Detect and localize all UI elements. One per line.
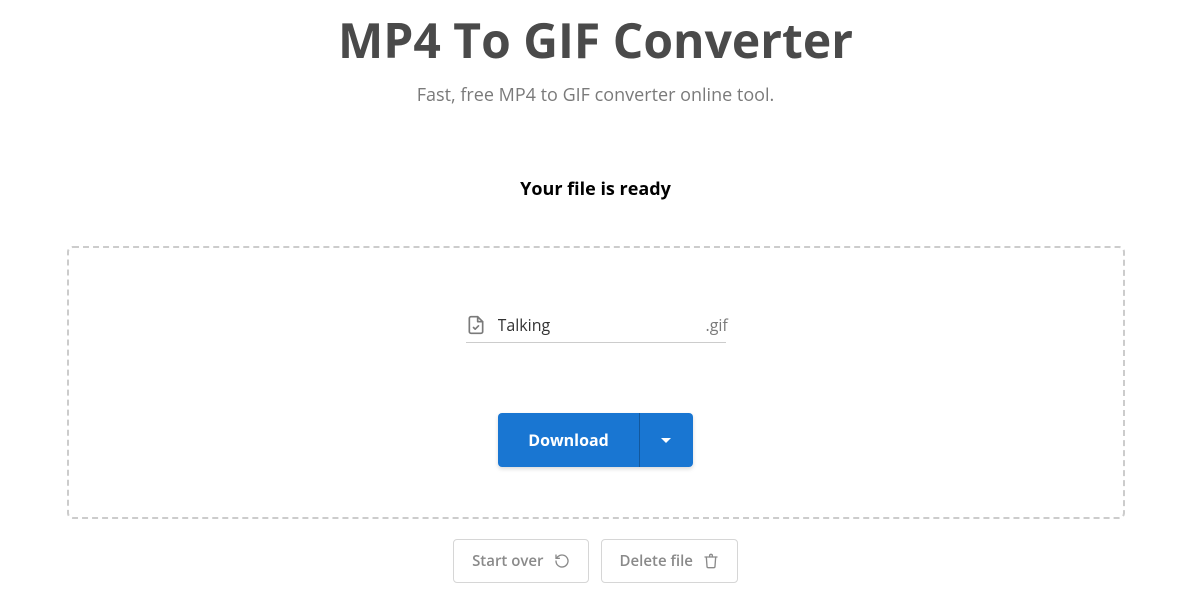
status-heading: Your file is ready xyxy=(520,177,671,201)
trash-icon xyxy=(703,553,719,569)
download-button[interactable]: Download xyxy=(498,413,639,467)
page-subtitle: Fast, free MP4 to GIF converter online t… xyxy=(417,83,775,107)
caret-down-icon xyxy=(661,438,671,443)
download-button-group: Download xyxy=(498,413,693,467)
download-dropdown-button[interactable] xyxy=(639,413,693,467)
filename-input[interactable] xyxy=(498,314,700,336)
start-over-button[interactable]: Start over xyxy=(453,539,588,583)
delete-file-label: Delete file xyxy=(620,551,693,571)
page-title: MP4 To GIF Converter xyxy=(338,8,853,73)
actions-row: Start over Delete file xyxy=(453,539,738,583)
filename-row: .gif xyxy=(466,314,726,343)
file-check-icon xyxy=(466,314,486,336)
start-over-label: Start over xyxy=(472,551,543,571)
delete-file-button[interactable]: Delete file xyxy=(601,539,738,583)
result-panel: .gif Download xyxy=(67,246,1125,519)
file-extension: .gif xyxy=(706,314,728,336)
refresh-icon xyxy=(554,553,570,569)
